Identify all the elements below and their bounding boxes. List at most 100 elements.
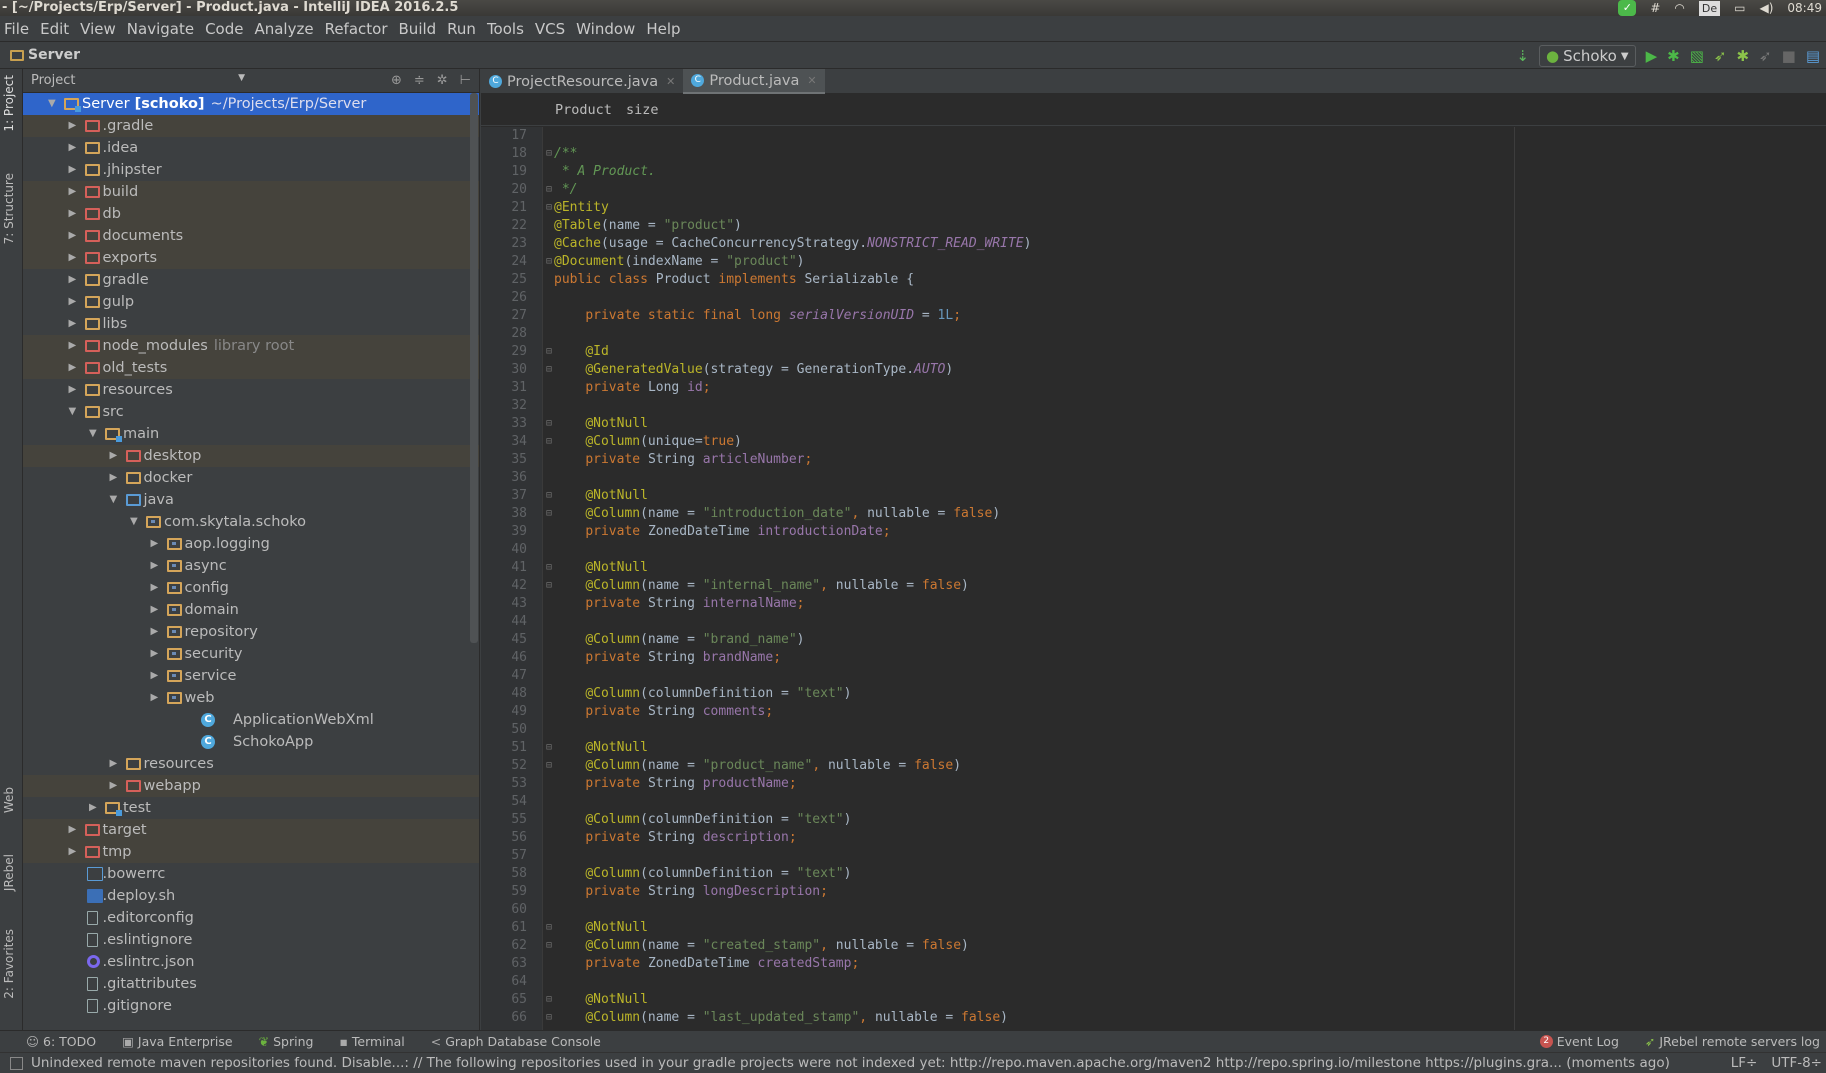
tree-item[interactable]: C ApplicationWebXml	[23, 709, 479, 731]
collapsed-arrow-icon[interactable]: ▶	[69, 819, 77, 841]
collapsed-arrow-icon[interactable]: ▶	[110, 775, 118, 797]
tree-item[interactable]: ▶ webapp	[23, 775, 479, 797]
jrebel-run-icon[interactable]: ➶	[1714, 47, 1727, 65]
debug-icon[interactable]: ✱	[1667, 47, 1680, 65]
tree-item[interactable]: ▶ web	[23, 687, 479, 709]
fold-marker-icon[interactable]: ⊟	[546, 739, 552, 757]
fold-marker-icon[interactable]: ⊟	[546, 415, 552, 433]
menu-refactor[interactable]: Refactor	[325, 20, 388, 38]
battery-icon[interactable]: ▭	[1734, 1, 1745, 16]
run-icon[interactable]: ▶	[1646, 47, 1658, 65]
slack-icon[interactable]: #	[1650, 1, 1660, 16]
tree-item[interactable]: ▶ node_modules library root	[23, 335, 479, 357]
tree-item[interactable]: ▶ docker	[23, 467, 479, 489]
close-icon[interactable]: ✕	[807, 74, 816, 87]
collapsed-arrow-icon[interactable]: ▶	[69, 291, 77, 313]
tool-window-spring[interactable]: ❦ Spring	[259, 1034, 314, 1049]
locate-icon[interactable]: ⊕	[391, 73, 402, 88]
fold-marker-icon[interactable]: ⊟	[546, 343, 552, 361]
tree-item[interactable]: ▶ target	[23, 819, 479, 841]
tool-tab-web[interactable]: Web	[2, 787, 16, 813]
tool-windows-toggle[interactable]	[10, 1056, 23, 1070]
tree-item[interactable]: ▼ src	[23, 401, 479, 423]
menu-analyze[interactable]: Analyze	[254, 20, 313, 38]
collapsed-arrow-icon[interactable]: ▶	[69, 335, 77, 357]
menu-build[interactable]: Build	[399, 20, 437, 38]
collapsed-arrow-icon[interactable]: ▶	[69, 357, 77, 379]
collapsed-arrow-icon[interactable]: ▶	[69, 269, 77, 291]
tree-item[interactable]: C SchokoApp	[23, 731, 479, 753]
tool-window-java-enterprise[interactable]: ▣ Java Enterprise	[122, 1034, 233, 1049]
collapsed-arrow-icon[interactable]: ▶	[69, 181, 77, 203]
fold-marker-icon[interactable]: ⊟	[546, 559, 552, 577]
breadcrumb-class[interactable]: Product	[555, 102, 612, 118]
collapsed-arrow-icon[interactable]: ▶	[89, 797, 97, 819]
menu-window[interactable]: Window	[576, 20, 635, 38]
expanded-arrow-icon[interactable]: ▼	[130, 511, 138, 533]
tree-item[interactable]: ▼ com.skytala.schoko	[23, 511, 479, 533]
collapsed-arrow-icon[interactable]: ▶	[69, 313, 77, 335]
tree-item[interactable]: .eslintignore	[23, 929, 479, 951]
tree-item[interactable]: ▶ gradle	[23, 269, 479, 291]
fold-marker-icon[interactable]: ⊟	[546, 577, 552, 595]
collapsed-arrow-icon[interactable]: ▶	[69, 137, 77, 159]
collapsed-arrow-icon[interactable]: ▶	[69, 115, 77, 137]
expanded-arrow-icon[interactable]: ▼	[110, 489, 118, 511]
collapsed-arrow-icon[interactable]: ▶	[151, 577, 159, 599]
tree-item[interactable]: .deploy.sh	[23, 885, 479, 907]
collapsed-arrow-icon[interactable]: ▶	[69, 247, 77, 269]
collapsed-arrow-icon[interactable]: ▶	[151, 555, 159, 577]
stop-icon[interactable]: ■	[1782, 47, 1796, 65]
collapsed-arrow-icon[interactable]: ▶	[151, 665, 159, 687]
menu-tools[interactable]: Tools	[487, 20, 524, 38]
tool-tab-favorites[interactable]: 2: Favorites	[2, 929, 16, 999]
tree-item[interactable]: .bowerrc	[23, 863, 479, 885]
run-config-select[interactable]: ● Schoko ▼	[1538, 45, 1636, 67]
fold-marker-icon[interactable]: ⊟	[546, 919, 552, 937]
fold-marker-icon[interactable]: ⊟	[546, 433, 552, 451]
fold-marker-icon[interactable]: ⊟	[546, 199, 552, 217]
collapsed-arrow-icon[interactable]: ▶	[69, 203, 77, 225]
tree-item[interactable]: .eslintrc.json	[23, 951, 479, 973]
collapsed-arrow-icon[interactable]: ▶	[151, 643, 159, 665]
gear-icon[interactable]: ✲	[437, 73, 448, 88]
tree-item[interactable]: ▶ test	[23, 797, 479, 819]
keyboard-layout[interactable]: De	[1698, 0, 1721, 16]
breadcrumb-member[interactable]: size	[626, 102, 659, 118]
tree-item[interactable]: .gitattributes	[23, 973, 479, 995]
tool-tab-jrebel[interactable]: JRebel	[2, 854, 16, 891]
editor-tab[interactable]: C ProjectResource.java ✕	[481, 69, 683, 94]
project-view-select[interactable]: Project ▼	[31, 73, 251, 88]
menu-help[interactable]: Help	[646, 20, 680, 38]
close-icon[interactable]: ✕	[666, 75, 675, 88]
tool-window-graph-database-console[interactable]: < Graph Database Console	[431, 1034, 601, 1049]
collapse-all-icon[interactable]: ≑	[414, 73, 425, 88]
nav-breadcrumb[interactable]: Server	[10, 47, 80, 63]
menu-vcs[interactable]: VCS	[535, 20, 565, 38]
tree-item[interactable]: ▶ tmp	[23, 841, 479, 863]
jrebel-debug-icon[interactable]: ✱	[1736, 47, 1749, 65]
fold-marker-icon[interactable]: ⊟	[546, 361, 552, 379]
hide-panel-icon[interactable]: ⊢	[460, 73, 471, 88]
tool-tab-project[interactable]: 1: Project	[2, 75, 16, 132]
menu-edit[interactable]: Edit	[40, 20, 69, 38]
tree-item[interactable]: ▶ resources	[23, 379, 479, 401]
tree-item[interactable]: ▶ service	[23, 665, 479, 687]
tree-item[interactable]: ▼ Server [schoko] ~/Projects/Erp/Server	[23, 93, 479, 115]
tree-item[interactable]: .editorconfig	[23, 907, 479, 929]
collapsed-arrow-icon[interactable]: ▶	[151, 621, 159, 643]
tree-item[interactable]: ▶ resources	[23, 753, 479, 775]
status-message[interactable]: Unindexed remote maven repositories foun…	[31, 1055, 1670, 1071]
project-tree-scrollbar[interactable]	[470, 93, 478, 643]
collapsed-arrow-icon[interactable]: ▶	[110, 445, 118, 467]
file-encoding[interactable]: UTF-8÷	[1771, 1055, 1822, 1071]
tree-item[interactable]: ▶ .idea	[23, 137, 479, 159]
tree-item[interactable]: ▼ main	[23, 423, 479, 445]
collapsed-arrow-icon[interactable]: ▶	[69, 159, 77, 181]
line-separator[interactable]: LF÷	[1731, 1055, 1758, 1071]
menu-code[interactable]: Code	[205, 20, 243, 38]
tree-item[interactable]: ▶ .jhipster	[23, 159, 479, 181]
collapsed-arrow-icon[interactable]: ▶	[151, 599, 159, 621]
tree-item[interactable]: ▶ build	[23, 181, 479, 203]
collapsed-arrow-icon[interactable]: ▶	[69, 841, 77, 863]
